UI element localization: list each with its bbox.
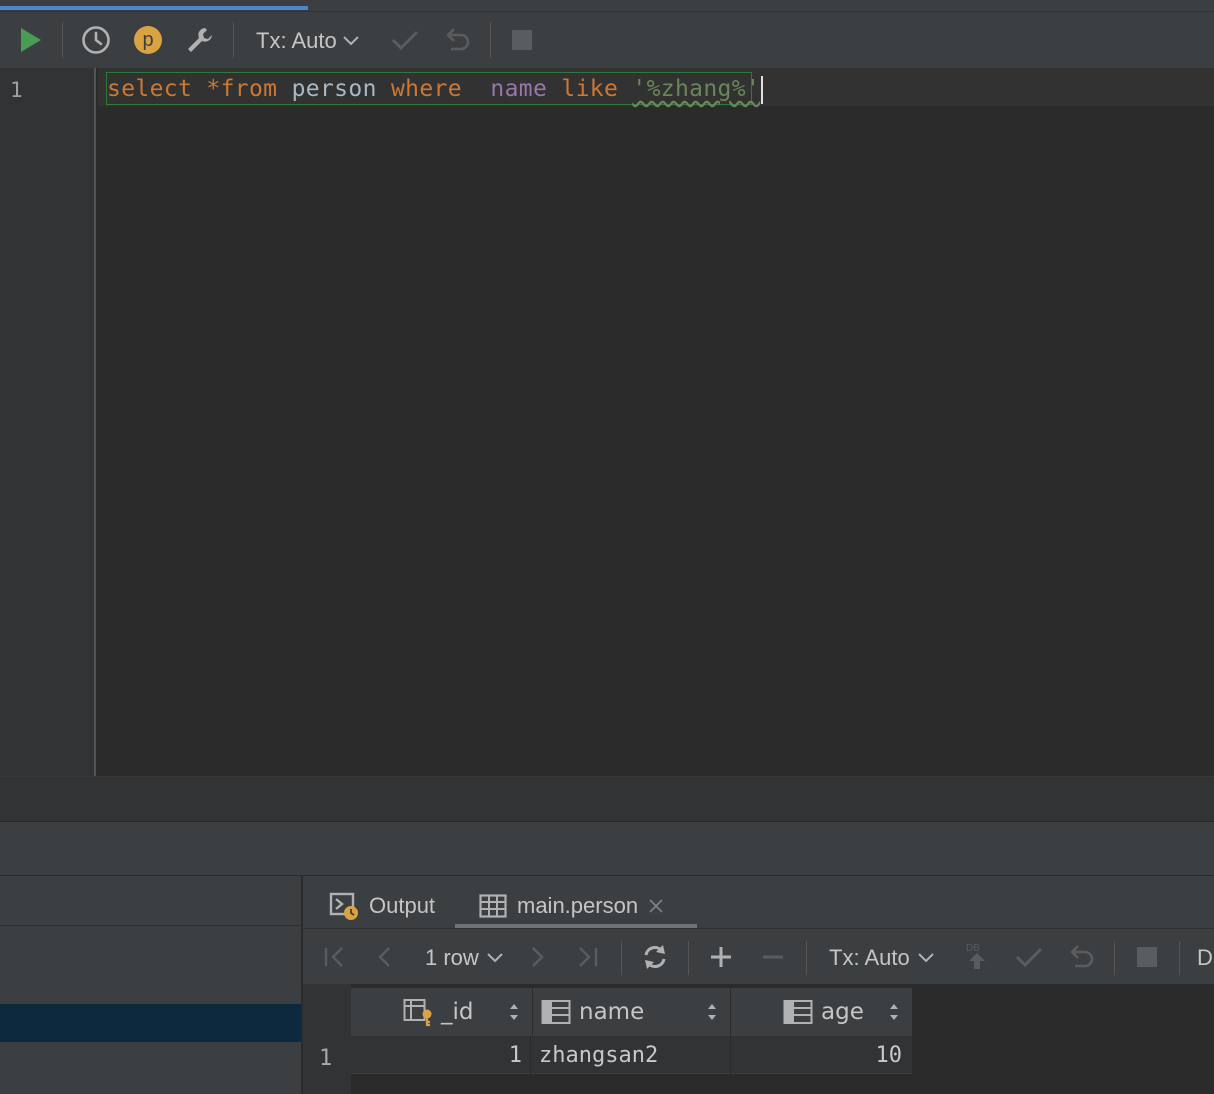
primary-key-column-icon	[403, 999, 432, 1027]
row-count-label: 1 row	[425, 945, 479, 970]
toolbar-separator	[490, 22, 491, 58]
editor-status-strip	[0, 776, 1214, 822]
column-icon	[541, 1000, 571, 1024]
keyword-like: like	[561, 76, 619, 102]
results-panel: Output main.person 1 row Tx: Auto DB D _…	[302, 876, 1214, 1094]
keyword-where: where	[390, 76, 462, 102]
panel-divider[interactable]	[0, 822, 1214, 876]
tx-mode-dropdown[interactable]: Tx: Auto	[256, 28, 359, 54]
profile-icon[interactable]: p	[132, 24, 164, 56]
toolbar-separator	[806, 941, 807, 975]
chevron-down-icon	[487, 953, 503, 963]
previous-page-icon[interactable]	[369, 941, 401, 973]
table-icon	[479, 894, 507, 918]
clock-icon[interactable]	[80, 24, 112, 56]
db-badge-text: DB	[966, 943, 980, 954]
column-header-id-label: _id	[441, 999, 474, 1025]
results-grid: _id name age 1 1 zhangsan2 10	[303, 984, 1214, 1094]
wrench-icon[interactable]	[184, 24, 216, 56]
line-number: 1	[10, 78, 23, 102]
results-toolbar: 1 row Tx: Auto DB D	[303, 928, 1214, 984]
undo-icon[interactable]	[441, 24, 473, 56]
close-icon[interactable]	[648, 898, 664, 914]
cell-age[interactable]: 10	[731, 1036, 913, 1074]
column-header-name[interactable]: name	[533, 988, 731, 1036]
progress-fill	[0, 6, 308, 10]
sort-icon[interactable]	[706, 1002, 718, 1022]
column-header-age[interactable]: age	[731, 988, 913, 1036]
play-icon[interactable]	[14, 24, 46, 56]
column-identifier: name	[490, 76, 548, 102]
top-progress-bar	[0, 0, 1214, 12]
stop-icon[interactable]	[1131, 941, 1163, 973]
services-tree-header	[0, 876, 301, 926]
chevron-down-icon	[343, 36, 359, 46]
submit-changes-icon[interactable]: DB	[961, 941, 993, 973]
truncated-toolbar-item[interactable]: D	[1197, 945, 1213, 971]
sort-icon[interactable]	[888, 1002, 900, 1022]
tx-mode-label: Tx: Auto	[256, 28, 337, 53]
text-caret	[761, 75, 764, 104]
cell-id[interactable]: 1	[351, 1036, 531, 1074]
profile-letter: p	[142, 28, 154, 51]
chevron-down-icon	[918, 953, 934, 963]
services-tree-panel	[0, 876, 301, 1094]
console-toolbar: p Tx: Auto	[0, 12, 1214, 68]
cell-name[interactable]: zhangsan2	[531, 1036, 731, 1074]
table-row[interactable]: 1 zhangsan2 10	[351, 1036, 913, 1074]
toolbar-separator	[1114, 941, 1115, 975]
results-tx-mode-dropdown[interactable]: Tx: Auto	[829, 945, 934, 971]
column-header-id[interactable]: _id	[351, 988, 533, 1036]
refresh-icon[interactable]	[639, 941, 671, 973]
column-icon	[783, 1000, 813, 1024]
tab-output[interactable]: Output	[329, 886, 435, 926]
results-tx-mode-label: Tx: Auto	[829, 945, 910, 970]
sql-star: *	[192, 76, 221, 102]
string-literal: '%zhang%'	[632, 76, 761, 102]
column-header-name-label: name	[579, 999, 645, 1025]
column-header-age-label: age	[821, 999, 864, 1025]
results-tabs: Output main.person	[303, 876, 1214, 928]
check-icon[interactable]	[389, 24, 421, 56]
sql-statement[interactable]: select *from person where name like '%zh…	[107, 74, 764, 104]
undo-icon[interactable]	[1065, 941, 1097, 973]
next-page-icon[interactable]	[521, 941, 553, 973]
tab-output-label: Output	[369, 893, 436, 918]
toolbar-separator	[1179, 941, 1180, 975]
tab-main-person-label: main.person	[517, 893, 639, 918]
add-row-icon[interactable]	[705, 941, 737, 973]
table-identifier: person	[277, 76, 391, 102]
first-page-icon[interactable]	[319, 941, 351, 973]
toolbar-separator	[621, 941, 622, 975]
sort-icon[interactable]	[508, 1002, 520, 1022]
toolbar-separator	[688, 941, 689, 975]
toolbar-separator	[62, 22, 63, 58]
tab-main-person[interactable]: main.person	[479, 886, 664, 926]
sql-editor[interactable]: 1 select *from person where name like '%…	[0, 68, 1214, 776]
page-size-dropdown[interactable]: 1 row	[425, 945, 503, 971]
console-icon	[329, 892, 358, 920]
truncated-toolbar-label: D	[1197, 945, 1213, 970]
toolbar-separator	[233, 22, 234, 58]
check-icon[interactable]	[1013, 941, 1045, 973]
delete-row-icon[interactable]	[757, 941, 789, 973]
row-number-column	[303, 984, 351, 1094]
line-number-gutter: 1	[0, 68, 96, 776]
keyword-from: from	[220, 76, 278, 102]
keyword-select: select	[107, 76, 193, 102]
stop-icon[interactable]	[506, 24, 538, 56]
row-number: 1	[319, 1046, 333, 1071]
last-page-icon[interactable]	[571, 941, 603, 973]
selected-tree-item[interactable]	[0, 1004, 301, 1042]
grid-header: _id name age	[351, 988, 913, 1036]
